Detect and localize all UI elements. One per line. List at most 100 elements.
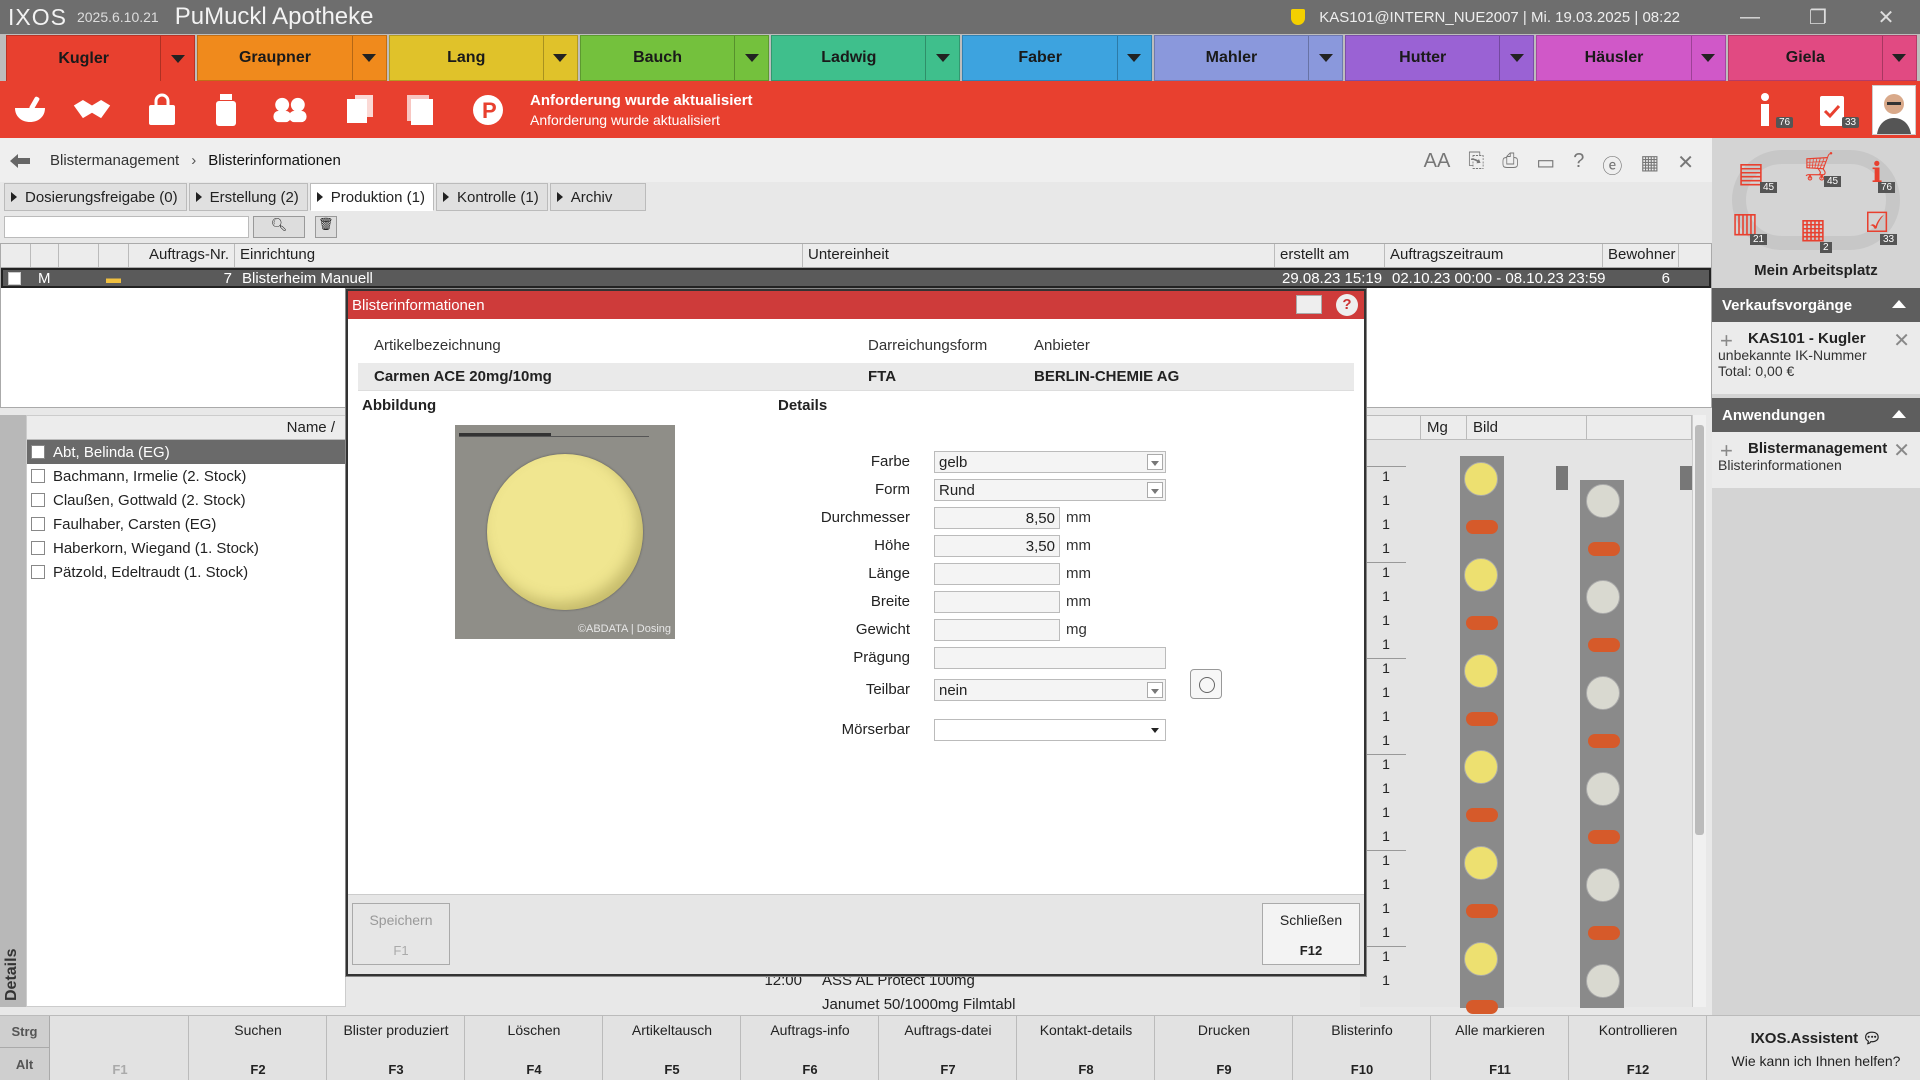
list-item[interactable]: Faulhaber, Carsten (EG) (27, 512, 345, 536)
close-view-icon[interactable]: ✕ (1677, 150, 1694, 179)
workspace-panel[interactable]: ▤ 45 🛒︎ 45 ℹ 76 ▥ 21 ▦ 2 ☑ 33 Mein Arbei… (1712, 138, 1920, 288)
monitor-icon[interactable]: ▭ (1536, 150, 1555, 179)
fkey-f7[interactable]: Auftrags-datei F7 (880, 1016, 1017, 1080)
list-item[interactable]: Abt, Belinda (EG) (27, 440, 345, 464)
dialog-help-icon[interactable]: ? (1336, 294, 1358, 316)
col-auftrags-nr[interactable]: Auftrags-Nr. (129, 244, 235, 267)
font-size-icon[interactable]: AA (1424, 150, 1451, 179)
tab-kontrolle[interactable]: Kontrolle (1) (436, 183, 548, 211)
user-tab-lang[interactable]: Lang (388, 35, 578, 81)
input-laenge[interactable] (934, 563, 1060, 585)
close-dialog-button[interactable]: Schließen F12 (1262, 903, 1360, 965)
chevron-down-icon[interactable] (1151, 728, 1159, 733)
table-row[interactable]: Janumet 50/1000mg Filmtabl (740, 992, 1360, 1016)
plus-icon[interactable]: + (1720, 328, 1733, 354)
chevron-down-icon[interactable] (734, 36, 768, 80)
chevron-down-icon[interactable] (1147, 454, 1163, 470)
list-item[interactable]: Bachmann, Irmelie (2. Stock) (27, 464, 345, 488)
user-tab-kugler[interactable]: Kugler (6, 35, 196, 81)
packages-icon[interactable] (340, 91, 380, 129)
user-tab-ladwig[interactable]: Ladwig (771, 35, 961, 81)
breadcrumb-blistermanagement[interactable]: Blistermanagement (50, 152, 179, 169)
chevron-down-icon[interactable] (1690, 36, 1725, 80)
col-einrichtung[interactable]: Einrichtung (235, 244, 803, 267)
tab-dosierungsfreigabe[interactable]: Dosierungsfreigabe (0) (4, 183, 187, 211)
tab-archiv[interactable]: Archiv (549, 183, 646, 211)
copy-icon[interactable]: ⎘ (1468, 150, 1484, 179)
restore-button[interactable]: ❐ (1784, 5, 1852, 30)
shopping-bag-icon[interactable] (142, 91, 182, 129)
list-item[interactable]: Haberkorn, Wiegand (1. Stock) (27, 536, 345, 560)
e-link-icon[interactable]: ⓔ (1602, 150, 1622, 179)
col-auftragszeitraum[interactable]: Auftragszeitraum (1385, 244, 1603, 267)
list-item-checkbox[interactable] (31, 541, 45, 555)
tab-produktion[interactable]: Produktion (1) (309, 183, 434, 211)
delete-search-button[interactable]: 🗑︎ (315, 216, 337, 238)
list-item-checkbox[interactable] (31, 445, 45, 459)
select-form[interactable]: Rund (934, 479, 1166, 501)
apps-header[interactable]: Anwendungen (1712, 398, 1920, 432)
tab-erstellung[interactable]: Erstellung (2) (188, 183, 308, 211)
customers-icon[interactable] (270, 91, 310, 129)
fkey-f10[interactable]: Blisterinfo F10 (1294, 1016, 1431, 1080)
fkey-f4[interactable]: Löschen F4 (466, 1016, 603, 1080)
input-breite[interactable] (934, 591, 1060, 613)
chevron-down-icon[interactable] (1147, 482, 1163, 498)
search-button[interactable]: 🔍︎ (253, 216, 305, 238)
handshake-icon[interactable] (72, 91, 112, 129)
close-icon[interactable]: ✕ (1893, 438, 1910, 463)
list-item-checkbox[interactable] (31, 517, 45, 531)
fkey-f9[interactable]: Drucken F9 (1156, 1016, 1293, 1080)
chevron-down-icon[interactable] (351, 36, 386, 80)
app-item[interactable]: + Blistermanagement Blisterinformationen… (1712, 432, 1920, 488)
fkey-f8[interactable]: Kontakt-details F8 (1018, 1016, 1155, 1080)
list-item-checkbox[interactable] (31, 469, 45, 483)
chevron-down-icon[interactable] (1308, 36, 1342, 80)
table-row[interactable]: M ▬ 7 Blisterheim Manuell 29.08.23 15:19… (1, 268, 1711, 288)
close-window-button[interactable]: ✕ (1852, 5, 1920, 30)
boxes-icon[interactable]: ▦ (1794, 212, 1832, 244)
list-item-checkbox[interactable] (31, 493, 45, 507)
select-moerserbar[interactable] (934, 719, 1166, 741)
collapse-icon[interactable] (1892, 300, 1906, 308)
vertical-scrollbar[interactable] (1692, 415, 1706, 1007)
list-item-checkbox[interactable] (31, 565, 45, 579)
input-gewicht[interactable] (934, 619, 1060, 641)
fkey-f6[interactable]: Auftrags-info F6 (742, 1016, 879, 1080)
details-side-tab[interactable]: Details (0, 415, 26, 1007)
ixos-assistant[interactable]: IXOS.Assistent 💬︎ Wie kann ich Ihnen hel… (1712, 1016, 1920, 1080)
user-tab-mahler[interactable]: Mahler (1153, 35, 1344, 81)
fkey-f12[interactable]: Kontrollieren F12 (1570, 1016, 1707, 1080)
user-tab-hutter[interactable]: Hutter (1345, 35, 1535, 81)
list-item[interactable]: Claußen, Gottwald (2. Stock) (27, 488, 345, 512)
mod-strg[interactable]: Strg (0, 1016, 49, 1048)
minimize-button[interactable]: — (1716, 6, 1784, 29)
user-tab-faber[interactable]: Faber (962, 35, 1152, 81)
user-tab-giela[interactable]: Giela (1727, 35, 1917, 81)
documents-icon[interactable] (402, 91, 442, 129)
col-erstellt-am[interactable]: erstellt am (1275, 244, 1385, 267)
col-name[interactable]: Name / (287, 419, 335, 436)
chevron-down-icon[interactable] (1881, 36, 1916, 80)
user-tab-häusler[interactable]: Häusler (1536, 35, 1726, 81)
back-arrow-icon[interactable] (8, 151, 32, 169)
chevron-down-icon[interactable] (1499, 36, 1533, 80)
dialog-window-icon[interactable] (1296, 295, 1322, 314)
print-icon[interactable]: ⎙ (1502, 150, 1518, 179)
split-preview-button[interactable] (1190, 669, 1222, 699)
col-bewohner[interactable]: Bewohner (1603, 244, 1679, 267)
chevron-down-icon[interactable] (160, 36, 194, 81)
chevron-down-icon[interactable] (1116, 36, 1151, 80)
select-teilbar[interactable]: nein (934, 679, 1166, 701)
search-input[interactable] (4, 216, 249, 238)
row-checkbox[interactable] (3, 270, 33, 286)
user-tab-bauch[interactable]: Bauch (579, 35, 770, 81)
fkey-f11[interactable]: Alle markieren F11 (1432, 1016, 1569, 1080)
medicine-bottle-icon[interactable] (206, 91, 246, 129)
list-item[interactable]: Pätzold, Edeltraudt (1. Stock) (27, 560, 345, 584)
chevron-down-icon[interactable] (1147, 682, 1163, 698)
collapse-icon[interactable] (1892, 410, 1906, 418)
chevron-down-icon[interactable] (542, 36, 577, 80)
scrollbar-thumb[interactable] (1695, 425, 1704, 835)
col-untereinheit[interactable]: Untereinheit (803, 244, 1275, 267)
